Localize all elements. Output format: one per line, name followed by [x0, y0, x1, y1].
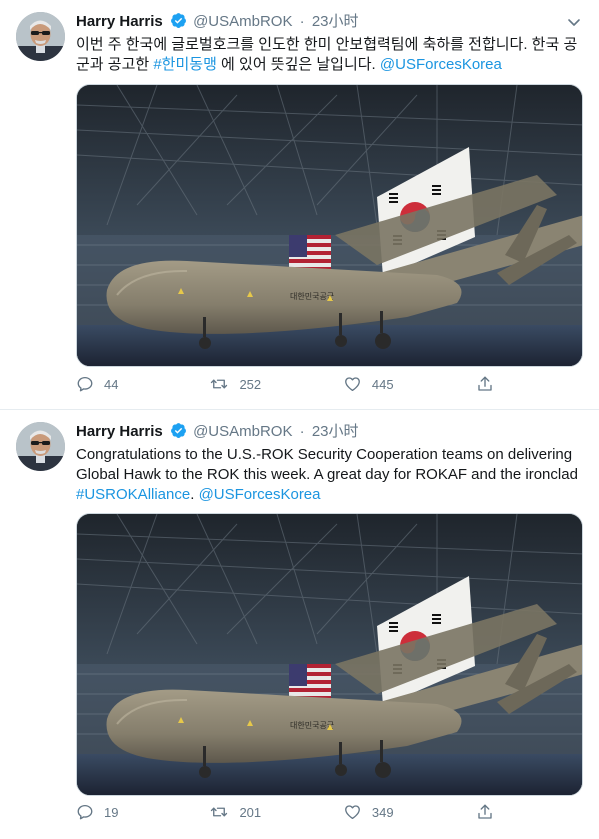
author-handle[interactable]: @USAmbROK [193, 423, 292, 440]
reply-icon [77, 804, 93, 820]
like-count: 349 [371, 804, 394, 820]
like-button[interactable]: 445 [343, 375, 476, 393]
separator-dot: · [299, 13, 305, 30]
retweet-icon [211, 807, 228, 817]
author-handle[interactable]: @USAmbROK [193, 13, 292, 30]
avatar[interactable] [16, 12, 65, 61]
verified-badge-icon [170, 422, 187, 446]
avatar[interactable] [16, 422, 65, 471]
timestamp[interactable]: 23小时 [312, 13, 359, 30]
tweet-text: Congratulations to the U.S.-ROK Security… [76, 445, 586, 505]
reply-icon [77, 376, 93, 392]
timestamp[interactable]: 23小时 [312, 423, 359, 440]
tweet[interactable]: Harry Harris @USAmbROK · 23小时 이번 주 한국에 글… [0, 0, 599, 410]
chevron-down-icon[interactable] [565, 13, 583, 31]
share-icon [478, 804, 493, 819]
like-button[interactable]: 349 [343, 803, 476, 821]
author-name[interactable]: Harry Harris [76, 423, 163, 440]
tweet-text-part: 에 있어 뜻깊은 날입니다. [216, 56, 380, 73]
separator-dot: · [299, 423, 305, 440]
author-name[interactable]: Harry Harris [76, 13, 163, 30]
reply-count: 19 [104, 804, 119, 820]
verified-badge-icon [170, 12, 187, 36]
like-count: 445 [371, 376, 394, 392]
tweet[interactable]: Harry Harris @USAmbROK · 23小时 Congratula… [0, 410, 599, 839]
retweet-count: 252 [239, 376, 262, 392]
heart-icon [344, 377, 360, 392]
reply-button[interactable]: 44 [76, 375, 209, 393]
share-button[interactable] [476, 375, 506, 393]
tweet-actions: 19 201 349 [76, 801, 506, 823]
fuselage-label: 대한민국공군 [290, 720, 334, 730]
tweet-text-part: . [190, 486, 199, 503]
retweet-button[interactable]: 252 [209, 375, 342, 393]
tweet-actions: 44 252 445 [76, 373, 506, 395]
tweet-image[interactable]: 대한민국공군 [76, 84, 583, 367]
reply-button[interactable]: 19 [76, 803, 209, 821]
tweet-text-part: Congratulations to the U.S.-ROK Security… [76, 446, 578, 483]
fuselage-label: 대한민국공군 [290, 291, 334, 301]
hashtag-link[interactable]: #한미동맹 [153, 56, 217, 73]
heart-icon [344, 805, 360, 820]
reply-count: 44 [104, 376, 119, 392]
tweet-text: 이번 주 한국에 글로벌호크를 인도한 한미 안보협력팀에 축하를 전합니다. … [76, 35, 586, 75]
tweet-header: Harry Harris @USAmbROK · 23小时 [76, 11, 583, 33]
tweet-image[interactable]: 대한민국공군 [76, 513, 583, 796]
retweet-count: 201 [239, 804, 262, 820]
share-button[interactable] [476, 803, 506, 821]
share-icon [478, 376, 493, 391]
retweet-icon [211, 379, 228, 389]
tweet-header: Harry Harris @USAmbROK · 23小时 [76, 421, 583, 443]
mention-link[interactable]: @USForcesKorea [199, 486, 321, 503]
retweet-button[interactable]: 201 [209, 803, 342, 821]
hashtag-link[interactable]: #USROKAlliance [76, 486, 190, 503]
mention-link[interactable]: @USForcesKorea [380, 56, 502, 73]
